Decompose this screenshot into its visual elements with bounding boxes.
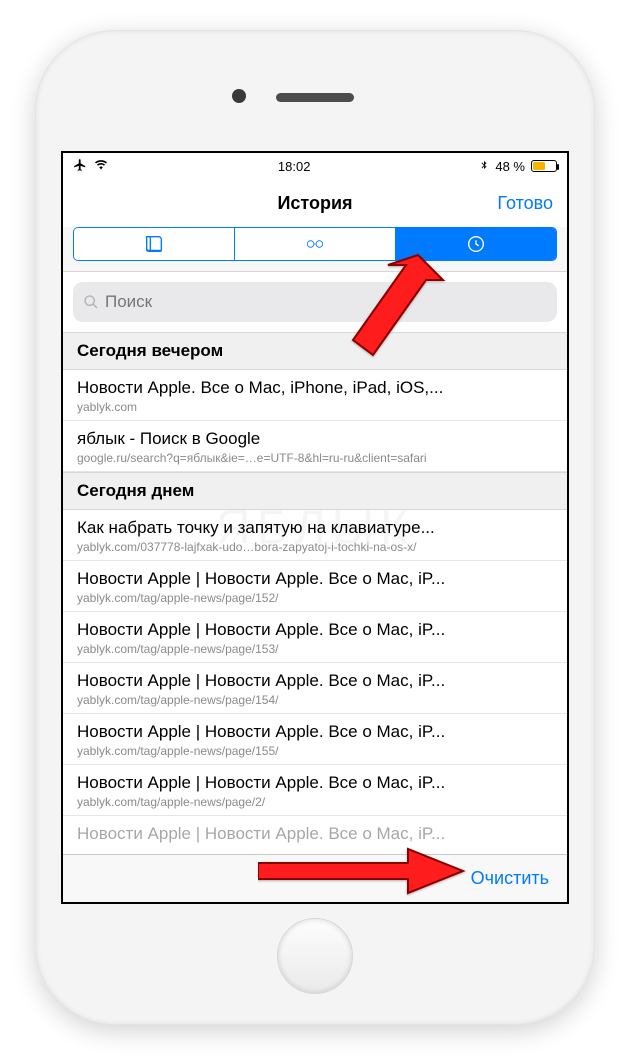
segmented-control: [73, 227, 557, 261]
history-row-title: Новости Apple | Новости Apple. Все о Mac…: [77, 620, 553, 640]
home-button[interactable]: [277, 918, 353, 994]
history-row-url: yablyk.com: [77, 400, 553, 414]
history-row-title: Новости Apple | Новости Apple. Все о Mac…: [77, 569, 553, 589]
tab-history[interactable]: [396, 228, 556, 260]
history-row-title: Новости Apple | Новости Apple. Все о Mac…: [77, 722, 553, 742]
history-row-title: яблык - Поиск в Google: [77, 429, 553, 449]
tab-reading-list[interactable]: [235, 228, 396, 260]
airplane-mode-icon: [73, 158, 87, 175]
history-row[interactable]: Новости Apple | Новости Apple. Все о Mac…: [63, 612, 567, 663]
history-row[interactable]: Как набрать точку и запятую на клавиатур…: [63, 510, 567, 561]
front-camera: [232, 89, 246, 103]
reading-list-icon: [304, 233, 326, 255]
history-row-url: yablyk.com/tag/apple-news/page/152/: [77, 591, 553, 605]
history-list: Сегодня вечером Новости Apple. Все о Mac…: [63, 332, 567, 850]
bookmarks-icon: [143, 233, 165, 255]
section-header: Сегодня вечером: [63, 332, 567, 370]
clear-button[interactable]: Очистить: [471, 868, 549, 889]
history-row-title: Новости Apple. Все о Mac, iPhone, iPad, …: [77, 378, 553, 398]
history-row-url: google.ru/search?q=яблык&ie=…e=UTF-8&hl=…: [77, 451, 553, 465]
segmented-control-wrap: [63, 227, 567, 272]
history-row[interactable]: Новости Apple | Новости Apple. Все о Mac…: [63, 714, 567, 765]
search-field[interactable]: [73, 282, 557, 322]
iphone-frame: 18:02 48 % История Готово: [35, 30, 595, 1025]
history-row[interactable]: Новости Apple | Новости Apple. Все о Mac…: [63, 816, 567, 850]
history-row-url: yablyk.com/tag/apple-news/page/154/: [77, 693, 553, 707]
history-row-url: yablyk.com/tag/apple-news/page/153/: [77, 642, 553, 656]
history-row[interactable]: Новости Apple. Все о Mac, iPhone, iPad, …: [63, 370, 567, 421]
history-row-title: Новости Apple | Новости Apple. Все о Mac…: [77, 824, 553, 844]
search-input[interactable]: [105, 292, 547, 312]
history-row[interactable]: Новости Apple | Новости Apple. Все о Mac…: [63, 663, 567, 714]
history-row-title: Новости Apple | Новости Apple. Все о Mac…: [77, 671, 553, 691]
bluetooth-icon: [479, 158, 489, 175]
section-header: Сегодня днем: [63, 472, 567, 510]
history-row[interactable]: Новости Apple | Новости Apple. Все о Mac…: [63, 765, 567, 816]
battery-icon: [531, 160, 557, 172]
bottom-toolbar: Очистить: [63, 854, 567, 902]
nav-header: История Готово: [63, 179, 567, 227]
page-title: История: [277, 193, 352, 214]
wifi-icon: [93, 159, 109, 174]
earpiece-speaker: [276, 93, 354, 102]
done-button[interactable]: Готово: [497, 193, 553, 214]
history-row-title: Как набрать точку и запятую на клавиатур…: [77, 518, 553, 538]
history-row-url: yablyk.com/tag/apple-news/page/2/: [77, 795, 553, 809]
history-icon: [465, 233, 487, 255]
status-bar: 18:02 48 %: [63, 153, 567, 179]
battery-percent: 48 %: [495, 159, 525, 174]
status-time: 18:02: [278, 159, 311, 174]
history-row-url: yablyk.com/037778-lajfxak-udo…bora-zapya…: [77, 540, 553, 554]
history-row-title: Новости Apple | Новости Apple. Все о Mac…: [77, 773, 553, 793]
history-row-url: yablyk.com/tag/apple-news/page/155/: [77, 744, 553, 758]
history-row[interactable]: Новости Apple | Новости Apple. Все о Mac…: [63, 561, 567, 612]
tab-bookmarks[interactable]: [74, 228, 235, 260]
search-icon: [83, 294, 99, 310]
screen: 18:02 48 % История Готово: [61, 151, 569, 904]
history-row[interactable]: яблык - Поиск в Google google.ru/search?…: [63, 421, 567, 472]
